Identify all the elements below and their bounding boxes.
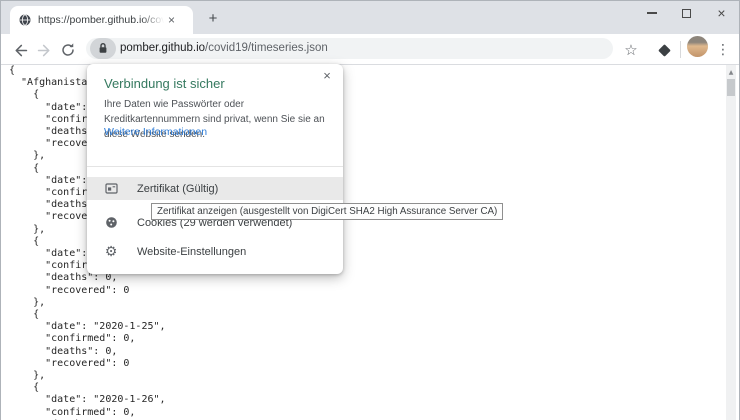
back-arrow-icon <box>12 42 29 59</box>
forward-button[interactable] <box>33 39 55 61</box>
minimize-icon <box>647 12 657 13</box>
window-controls: × <box>634 1 739 25</box>
popup-close-button[interactable]: × <box>319 68 335 84</box>
titlebar: https://pomber.github.io/covid1 × + × <box>1 1 739 34</box>
url-path: /covid19/timeseries.json <box>205 42 328 54</box>
menu-button[interactable]: ⋮ <box>712 39 734 61</box>
close-window-button[interactable]: × <box>704 1 739 25</box>
gear-icon: ⚙ <box>105 245 118 259</box>
site-info-button[interactable] <box>90 38 116 59</box>
globe-favicon-icon <box>19 14 31 26</box>
certificate-icon <box>105 182 118 195</box>
star-icon: ☆ <box>624 41 637 59</box>
browser-toolbar: pomber.github.io/covid19/timeseries.json… <box>1 34 739 65</box>
close-icon: × <box>717 8 725 18</box>
learn-more-link[interactable]: Weitere Informationen <box>104 126 207 138</box>
scroll-up-icon[interactable]: ▲ <box>726 65 736 76</box>
extension-button[interactable] <box>653 39 675 61</box>
menu-item-site-settings[interactable]: ⚙ Website-Einstellungen <box>87 240 343 263</box>
new-tab-button[interactable]: + <box>204 10 222 28</box>
connection-secure-title: Verbindung ist sicher <box>104 76 225 91</box>
popup-divider <box>87 166 343 167</box>
maximize-icon <box>682 9 691 18</box>
tab-title: https://pomber.github.io/covid1 <box>38 14 164 26</box>
browser-tab[interactable]: https://pomber.github.io/covid1 × <box>10 6 193 34</box>
minimize-button[interactable] <box>634 1 669 25</box>
bookmark-button[interactable]: ☆ <box>620 39 642 61</box>
reload-button[interactable] <box>57 39 79 61</box>
site-info-popup: × Verbindung ist sicher Ihre Daten wie P… <box>87 64 343 274</box>
certificate-tooltip: Zertifikat anzeigen (ausgestellt von Dig… <box>151 203 503 220</box>
tab-close-icon[interactable]: × <box>164 13 179 28</box>
menu-item-label: Zertifikat (Gültig) <box>137 183 218 195</box>
menu-item-label: Website-Einstellungen <box>137 246 246 258</box>
browser-window: https://pomber.github.io/covid1 × + × <box>0 0 740 420</box>
lock-icon <box>98 42 108 55</box>
reload-icon <box>60 42 76 58</box>
url-domain: pomber.github.io <box>120 42 205 54</box>
profile-avatar[interactable] <box>687 36 708 57</box>
forward-arrow-icon <box>36 42 53 59</box>
three-dot-menu-icon: ⋮ <box>716 42 730 58</box>
back-button[interactable] <box>9 39 31 61</box>
cookie-icon <box>105 216 118 229</box>
scrollbar-thumb[interactable] <box>727 79 735 96</box>
extension-diamond-icon <box>658 44 671 57</box>
maximize-button[interactable] <box>669 1 704 25</box>
url-text[interactable]: pomber.github.io/covid19/timeseries.json <box>120 38 328 59</box>
scrollbar[interactable]: ▲ <box>726 65 736 420</box>
toolbar-divider <box>680 41 681 58</box>
address-bar[interactable]: pomber.github.io/covid19/timeseries.json <box>86 38 613 59</box>
menu-item-certificate[interactable]: Zertifikat (Gültig) <box>87 177 343 200</box>
